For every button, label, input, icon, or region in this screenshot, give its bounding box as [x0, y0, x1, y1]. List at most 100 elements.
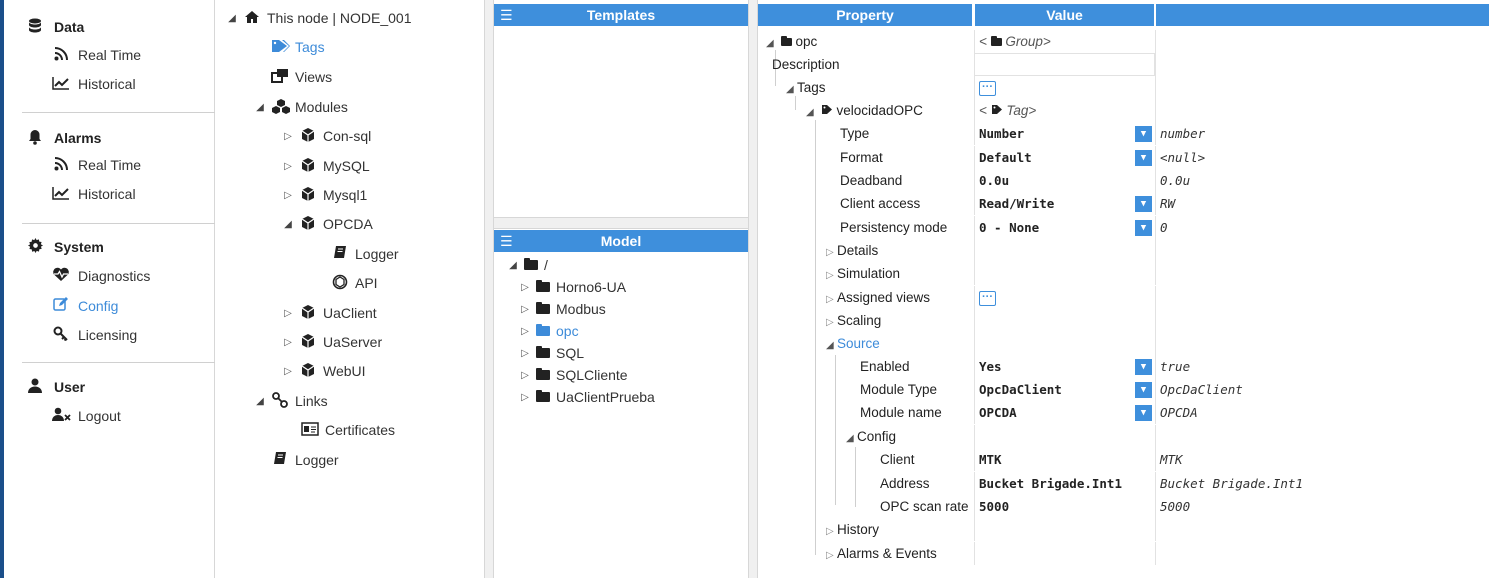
grid-row-scaling[interactable]: ▷ Scaling	[758, 309, 1489, 332]
collapse-toggle-icon[interactable]: ▷	[283, 308, 293, 319]
nav-data-realtime[interactable]: Real Time	[52, 47, 141, 63]
description-input[interactable]	[974, 53, 1155, 76]
grid-row-address[interactable]: Address Bucket Brigade.Int1 Bucket Briga…	[758, 472, 1489, 495]
module-name-select[interactable]: OPCDA ▼	[974, 401, 1155, 424]
nav-system-licensing[interactable]: Licensing	[52, 326, 137, 343]
grid-row-opc[interactable]: ◢ opc < Group>	[758, 30, 1489, 53]
collapse-toggle-icon[interactable]: ▷	[826, 241, 837, 262]
dropdown-arrow-icon[interactable]: ▼	[1135, 220, 1152, 236]
expand-toggle-icon[interactable]: ◢	[786, 78, 797, 99]
tree-node-modules[interactable]: ◢ Modules	[255, 98, 348, 116]
collapse-toggle-icon[interactable]: ▷	[826, 264, 837, 285]
splitter[interactable]	[494, 217, 748, 229]
dropdown-arrow-icon[interactable]: ▼	[1135, 359, 1152, 375]
scan-rate-input[interactable]: 5000	[974, 495, 1155, 518]
menu-icon[interactable]: ☰	[500, 4, 513, 26]
model-node[interactable]: ▷ Modbus	[520, 301, 606, 317]
model-node[interactable]: ▷ UaClientPrueba	[520, 389, 655, 405]
dropdown-arrow-icon[interactable]: ▼	[1135, 150, 1152, 166]
expand-toggle-icon[interactable]: ◢	[255, 102, 265, 113]
tree-node-module[interactable]: ▷ UaClient	[283, 304, 377, 322]
grid-row-module-name[interactable]: Module name OPCDA ▼ OPCDA	[758, 401, 1489, 424]
grid-row-client[interactable]: Client MTK MTK	[758, 448, 1489, 471]
model-node-selected[interactable]: ▷ opc	[520, 323, 578, 339]
expand-toggle-icon[interactable]: ◢	[227, 13, 237, 24]
dropdown-arrow-icon[interactable]: ▼	[1135, 405, 1152, 421]
splitter[interactable]	[484, 0, 494, 578]
nav-system-diagnostics[interactable]: Diagnostics	[52, 267, 150, 284]
grid-row-type[interactable]: Type Number ▼ number	[758, 122, 1489, 145]
tree-node-module[interactable]: ▷ MySQL	[283, 157, 370, 175]
splitter[interactable]	[748, 0, 758, 578]
model-node[interactable]: ▷ Horno6-UA	[520, 279, 626, 295]
enabled-select[interactable]: Yes ▼	[974, 355, 1155, 378]
collapse-toggle-icon[interactable]: ▷	[826, 544, 837, 565]
tree-node-links[interactable]: ◢ Links	[255, 392, 328, 410]
grid-row-source[interactable]: ◢ Source	[758, 332, 1489, 355]
collapse-toggle-icon[interactable]: ▷	[826, 311, 837, 332]
tree-node-api[interactable]: API	[331, 274, 378, 292]
collapse-toggle-icon[interactable]: ▷	[826, 520, 837, 541]
tree-node-module[interactable]: ▷ Con-sql	[283, 127, 371, 145]
collapse-toggle-icon[interactable]: ▷	[283, 161, 293, 172]
collapse-toggle-icon[interactable]: ▷	[283, 366, 293, 377]
dropdown-arrow-icon[interactable]: ▼	[1135, 382, 1152, 398]
column-header-property[interactable]: Property	[758, 4, 972, 26]
tree-node-root[interactable]: ◢ This node | NODE_001	[227, 10, 411, 26]
grid-row-alarms-events[interactable]: ▷ Alarms & Events	[758, 542, 1489, 565]
collapse-toggle-icon[interactable]: ▷	[826, 288, 837, 309]
collapse-toggle-icon[interactable]: ▷	[520, 348, 530, 359]
tree-node-certificates[interactable]: Certificates	[301, 422, 395, 438]
ellipsis-button[interactable]: ···	[979, 80, 996, 96]
tree-node-module[interactable]: ▷ Mysql1	[283, 186, 367, 204]
column-header-value[interactable]: Value	[975, 4, 1154, 26]
expand-toggle-icon[interactable]: ◢	[508, 260, 518, 271]
collapse-toggle-icon[interactable]: ▷	[520, 370, 530, 381]
tree-node-tags[interactable]: Tags	[271, 39, 325, 55]
grid-row-persistency[interactable]: Persistency mode 0 - None ▼ 0	[758, 216, 1489, 239]
nav-system-config[interactable]: Config	[52, 297, 118, 314]
client-input[interactable]: MTK	[974, 448, 1155, 471]
dropdown-arrow-icon[interactable]: ▼	[1135, 196, 1152, 212]
grid-row-assigned-views[interactable]: ▷ Assigned views ···	[758, 286, 1489, 309]
collapse-toggle-icon[interactable]: ▷	[283, 337, 293, 348]
grid-row-simulation[interactable]: ▷ Simulation	[758, 262, 1489, 285]
expand-toggle-icon[interactable]: ◢	[283, 219, 293, 230]
tree-node-module-opcda[interactable]: ◢ OPCDA	[283, 215, 373, 233]
collapse-toggle-icon[interactable]: ▷	[520, 282, 530, 293]
grid-row-tag[interactable]: ◢ velocidadOPC < Tag>	[758, 99, 1489, 122]
grid-row-client-access[interactable]: Client access Read/Write ▼ RW	[758, 192, 1489, 215]
tree-node-logger[interactable]: Logger	[331, 245, 399, 262]
grid-row-details[interactable]: ▷ Details	[758, 239, 1489, 262]
module-type-select[interactable]: OpcDaClient ▼	[974, 378, 1155, 401]
tree-node-views[interactable]: Views	[271, 68, 332, 85]
type-select[interactable]: Number ▼	[974, 122, 1155, 145]
grid-row-config[interactable]: ◢ Config	[758, 425, 1489, 448]
nav-user-logout[interactable]: Logout	[52, 407, 121, 424]
nav-data-historical[interactable]: Historical	[52, 76, 136, 92]
grid-row-scan-rate[interactable]: OPC scan rate 5000 5000	[758, 495, 1489, 518]
nav-alarms-realtime[interactable]: Real Time	[52, 157, 141, 173]
expand-toggle-icon[interactable]: ◢	[806, 101, 817, 122]
tree-node-logger-root[interactable]: Logger	[271, 451, 339, 468]
grid-row-deadband[interactable]: Deadband 0.0u 0.0u	[758, 169, 1489, 192]
dropdown-arrow-icon[interactable]: ▼	[1135, 126, 1152, 142]
expand-toggle-icon[interactable]: ◢	[255, 396, 265, 407]
model-node[interactable]: ▷ SQLCliente	[520, 367, 627, 383]
collapse-toggle-icon[interactable]: ▷	[283, 190, 293, 201]
collapse-toggle-icon[interactable]: ▷	[520, 326, 530, 337]
persistency-select[interactable]: 0 - None ▼	[974, 216, 1155, 239]
tree-node-module[interactable]: ▷ WebUI	[283, 362, 366, 380]
tree-node-module[interactable]: ▷ UaServer	[283, 333, 382, 351]
format-select[interactable]: Default ▼	[974, 146, 1155, 169]
grid-row-enabled[interactable]: Enabled Yes ▼ true	[758, 355, 1489, 378]
expand-toggle-icon[interactable]: ◢	[846, 427, 857, 448]
grid-row-tags[interactable]: ◢ Tags ···	[758, 76, 1489, 99]
grid-row-module-type[interactable]: Module Type OpcDaClient ▼ OpcDaClient	[758, 378, 1489, 401]
collapse-toggle-icon[interactable]: ▷	[520, 304, 530, 315]
deadband-input[interactable]: 0.0u	[974, 169, 1155, 192]
nav-alarms-historical[interactable]: Historical	[52, 186, 136, 202]
expand-toggle-icon[interactable]: ◢	[826, 334, 837, 355]
ellipsis-button[interactable]: ···	[979, 290, 996, 306]
collapse-toggle-icon[interactable]: ▷	[283, 131, 293, 142]
